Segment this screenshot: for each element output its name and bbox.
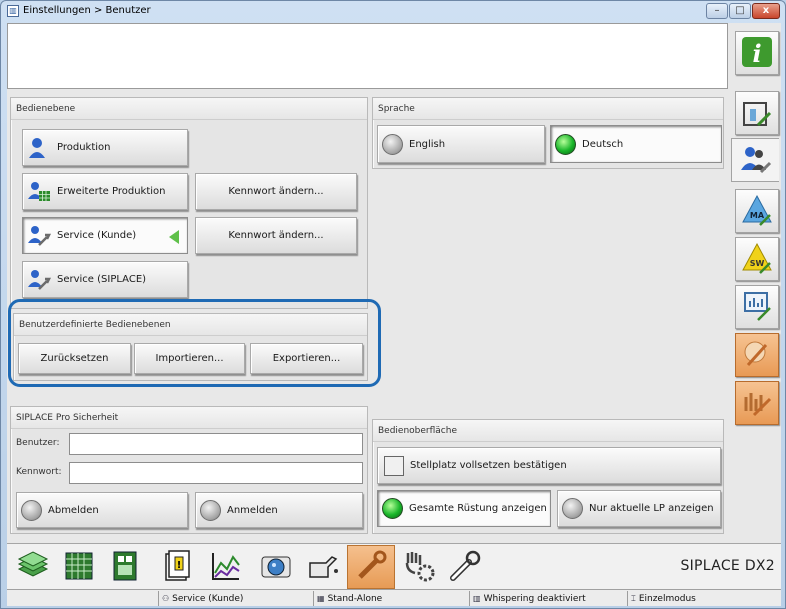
tool-chart[interactable] xyxy=(206,548,246,586)
login-button[interactable]: Anmelden xyxy=(195,492,363,528)
status-indicator-off xyxy=(21,499,42,521)
user-field[interactable] xyxy=(69,433,363,455)
monitor-chart-icon xyxy=(740,289,774,326)
stack-icon xyxy=(16,549,50,586)
right-sidebar: i MA SW xyxy=(731,23,781,606)
camera-icon xyxy=(259,549,293,586)
module-icon: ▦ xyxy=(317,594,325,603)
user-icon xyxy=(27,137,51,159)
sw-triangle-icon: SW xyxy=(740,241,774,278)
tool-grid-table[interactable] xyxy=(59,548,99,586)
window-title: Einstellungen > Benutzer xyxy=(23,5,151,16)
bottom-toolbar: ! SIPLACE DX2 xyxy=(7,543,781,589)
grid-table-icon xyxy=(62,549,96,586)
info-tab[interactable]: i xyxy=(735,31,779,75)
svg-text:i: i xyxy=(752,39,761,68)
minimize-button[interactable]: – xyxy=(706,3,728,19)
app-icon: ▥ xyxy=(7,5,19,17)
wrench-plate-icon xyxy=(740,337,774,374)
panel-title: Sprache xyxy=(373,98,723,120)
radio-indicator-on xyxy=(555,133,576,155)
status-whispering: ▥ Whispering deaktiviert xyxy=(469,591,627,606)
info-icon: i xyxy=(740,35,774,72)
module-icon xyxy=(108,549,142,586)
client-area: Bedienebene Produktion Erweiterte Produk… xyxy=(7,23,781,606)
tool-wrench-outline[interactable] xyxy=(445,548,485,586)
checkbox[interactable] xyxy=(384,455,404,476)
change-password-service-button[interactable]: Kennwort ändern... xyxy=(195,217,357,254)
panel-title: Bedienebene xyxy=(11,98,367,120)
machine-tool-icon xyxy=(740,95,774,132)
clipboard-warning-icon: ! xyxy=(160,549,194,586)
oil-can-icon xyxy=(306,549,340,586)
show-all-setup-button[interactable]: Gesamte Rüstung anzeigen xyxy=(377,490,551,527)
user-grid-icon xyxy=(27,181,51,203)
radio-indicator-on xyxy=(382,498,403,519)
production-level-button[interactable]: Produktion xyxy=(22,129,188,166)
user-wrench-icon xyxy=(27,269,51,291)
radio-indicator-off xyxy=(562,498,583,519)
service-customer-level-button[interactable]: Service (Kunde) xyxy=(22,217,188,254)
selected-arrow-icon xyxy=(169,230,179,244)
machine-tool-tab[interactable] xyxy=(735,91,779,135)
tool-oil[interactable] xyxy=(303,548,343,586)
tool-wrench[interactable] xyxy=(347,545,395,589)
user-label: Benutzer: xyxy=(16,438,60,448)
confirm-slot-button[interactable]: Stellplatz vollsetzen bestätigen xyxy=(377,447,721,484)
tool-camera[interactable] xyxy=(256,548,296,586)
status-level: ⚇ Service (Kunde) xyxy=(158,591,313,606)
single-mode-icon: ⌶ xyxy=(631,594,636,603)
english-language-button[interactable]: English xyxy=(377,125,545,163)
line-chart-icon xyxy=(209,549,243,586)
maintenance-tab[interactable] xyxy=(735,333,779,377)
ma-tab[interactable]: MA xyxy=(735,189,779,233)
svg-text:MA: MA xyxy=(750,211,765,220)
svg-text:!: ! xyxy=(177,560,182,571)
tool-clipboard[interactable]: ! xyxy=(157,548,197,586)
user-wrench-icon xyxy=(27,225,51,247)
status-single-mode: ⌶ Einzelmodus xyxy=(627,591,781,606)
password-label: Kennwort: xyxy=(16,467,62,477)
german-language-button[interactable]: Deutsch xyxy=(550,125,722,163)
monitor-tab[interactable] xyxy=(735,285,779,329)
header-area xyxy=(7,23,728,89)
tool-stack[interactable] xyxy=(13,548,53,586)
status-mode: ▦ Stand-Alone xyxy=(313,591,469,606)
panel-title: SIPLACE Pro Sicherheit xyxy=(11,407,367,429)
brand-label: SIPLACE DX2 xyxy=(680,558,775,574)
users-settings-tab[interactable] xyxy=(731,138,779,182)
password-field[interactable] xyxy=(69,462,363,484)
ma-triangle-icon: MA xyxy=(740,193,774,230)
application-window: ▥ Einstellungen > Benutzer – □ x Bediene… xyxy=(0,0,786,609)
hand-gear-icon xyxy=(402,549,436,586)
svg-text:SW: SW xyxy=(750,259,765,268)
maximize-button[interactable]: □ xyxy=(729,3,751,19)
radio-indicator-off xyxy=(382,133,403,155)
change-password-extended-button[interactable]: Kennwort ändern... xyxy=(195,173,357,210)
show-current-lp-button[interactable]: Nur aktuelle LP anzeigen xyxy=(557,490,721,527)
wrench-outline-icon xyxy=(448,549,482,586)
calibration-tab[interactable] xyxy=(735,381,779,425)
close-button[interactable]: x xyxy=(752,3,780,19)
whispering-icon: ▥ xyxy=(473,594,481,603)
user-icon: ⚇ xyxy=(162,594,170,603)
highlight-frame xyxy=(8,299,381,387)
wrench-icon xyxy=(354,549,388,586)
status-bar: ⚇ Service (Kunde) ▦ Stand-Alone ▥ Whisperin… xyxy=(7,589,781,606)
tool-module[interactable] xyxy=(105,548,145,586)
wrench-bars-icon xyxy=(740,385,774,422)
panel-title: Bedienoberfläche xyxy=(373,420,723,442)
service-siplace-level-button[interactable]: Service (SIPLACE) xyxy=(22,261,188,298)
title-bar: ▥ Einstellungen > Benutzer – □ x xyxy=(1,1,785,23)
extended-production-level-button[interactable]: Erweiterte Produktion xyxy=(22,173,188,210)
logout-button[interactable]: Abmelden xyxy=(16,492,188,528)
status-indicator-off xyxy=(200,499,221,521)
users-gear-icon xyxy=(739,142,773,179)
tool-hand-gear[interactable] xyxy=(399,548,439,586)
sw-tab[interactable]: SW xyxy=(735,237,779,281)
